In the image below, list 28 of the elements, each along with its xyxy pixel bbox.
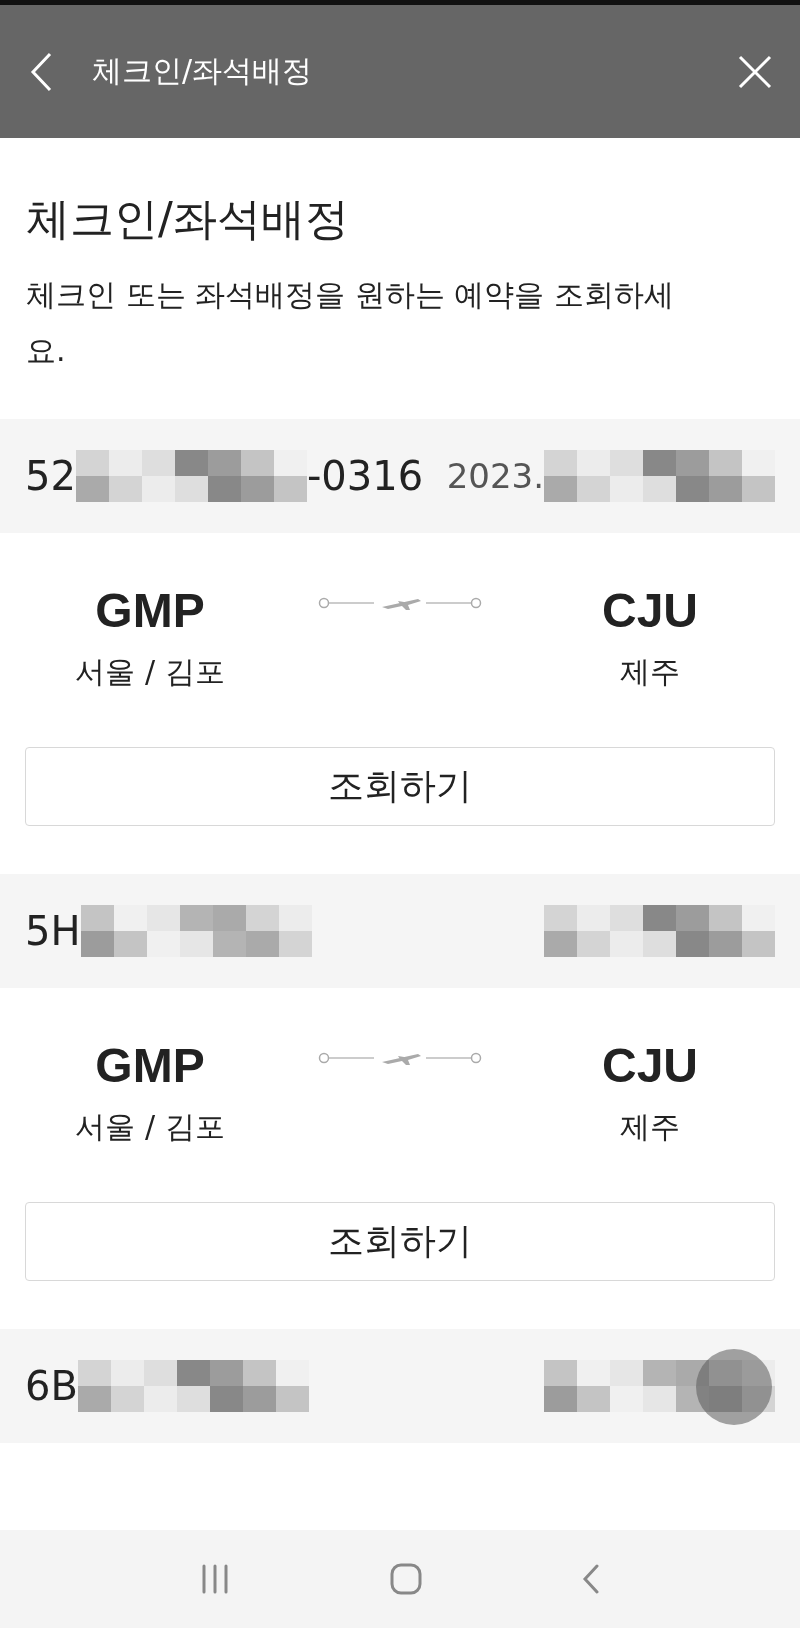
booking-header[interactable]: 5H (0, 874, 800, 988)
booking-number: 5H (25, 908, 81, 954)
booking-header[interactable]: 52 -0316 2023. (0, 419, 800, 533)
airport-code: GMP (95, 1038, 205, 1093)
city-name: 서울 / 김포 (75, 1108, 225, 1146)
page-description: 체크인 또는 좌석배정을 원하는 예약을 조회하세요. (26, 276, 675, 370)
back-button[interactable] (30, 51, 52, 92)
city-name: 서울 / 김포 (75, 653, 225, 691)
airport-code: CJU (602, 1038, 698, 1093)
lookup-button[interactable]: 조회하기 (25, 1202, 775, 1281)
booking-number: 6B (25, 1363, 78, 1409)
home-icon[interactable] (390, 1563, 422, 1595)
airport-code: CJU (602, 583, 698, 638)
page-title: 체크인/좌석배정 (26, 192, 350, 246)
lookup-button[interactable]: 조회하기 (25, 747, 775, 826)
booking-header[interactable]: 6B (0, 1329, 800, 1443)
city-name: 제주 (620, 653, 680, 691)
close-button[interactable] (738, 54, 772, 89)
back-icon (30, 51, 52, 92)
recent-apps-icon[interactable] (200, 1564, 230, 1594)
airport-code: GMP (95, 583, 205, 638)
date-text: 2023. (446, 456, 544, 496)
city-name: 제주 (620, 1108, 680, 1146)
booking-number: -0316 (306, 453, 424, 499)
back-icon[interactable] (582, 1564, 600, 1594)
close-icon (738, 54, 772, 89)
header-title: 체크인/좌석배정 (92, 52, 314, 90)
booking-number: 52 (25, 453, 76, 499)
